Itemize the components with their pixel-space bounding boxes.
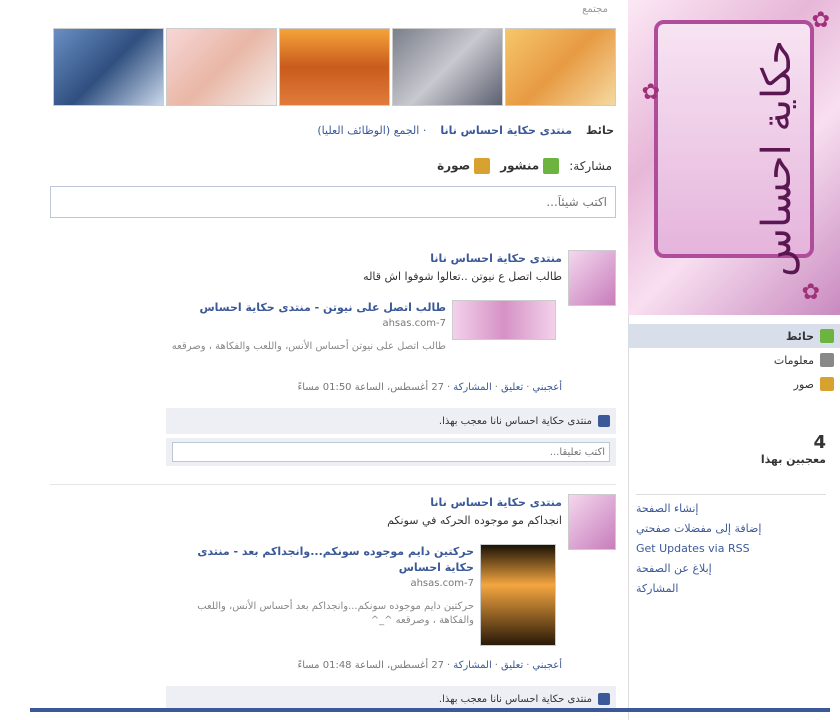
- likes-label[interactable]: معجبين بهذا: [761, 453, 826, 466]
- post-message: طالب اتصل ع نيوتن ..تعالوا شوفوا اش قاله: [363, 270, 562, 283]
- wall-icon: [820, 329, 834, 343]
- post-date[interactable]: 27 أغسطس، الساعة 01:48 مساءً: [298, 660, 445, 671]
- avatar[interactable]: [568, 494, 616, 550]
- rss-link[interactable]: Get Updates via RSS: [636, 539, 826, 559]
- composer-bar: مشاركة: منشور صورة: [437, 158, 612, 174]
- link-description: حركتين دايم موجوده سونكم...وانجداكم بعد …: [197, 601, 474, 626]
- status-icon: [543, 158, 560, 174]
- add-to-favorites-link[interactable]: إضافة إلى مفضلات صفحتي: [636, 519, 826, 539]
- photo-icon: [820, 377, 834, 391]
- right-sidebar: حكاية احساس ✿ ✿ ✿ حائط معلومات صور 4 معج…: [628, 0, 840, 720]
- photo-thumb[interactable]: [53, 28, 164, 106]
- comment-button[interactable]: تعليق: [501, 382, 523, 393]
- post-date[interactable]: 27 أغسطس، الساعة 01:50 مساءً: [298, 382, 445, 393]
- link-title[interactable]: حركتين دايم موجوده سونكم...وانجداكم بعد …: [174, 544, 474, 576]
- like-button[interactable]: أعجبني: [532, 660, 562, 671]
- flower-icon: ✿: [811, 8, 830, 33]
- sidebar-item-info[interactable]: معلومات: [628, 348, 840, 372]
- post-actions: أعجبني · تعليق · المشاركة · 27 أغسطس، ال…: [297, 660, 563, 671]
- sidebar-item-wall[interactable]: حائط: [628, 324, 840, 348]
- breadcrumb-sub[interactable]: · الجمع (الوظائف العليا): [317, 124, 426, 137]
- breadcrumb-wall[interactable]: حائط: [586, 124, 614, 137]
- photo-strip: [53, 28, 616, 106]
- comment-button[interactable]: تعليق: [501, 660, 523, 671]
- post: منتدى حكاية احساس نانا انجداكم مو موجوده…: [50, 494, 616, 714]
- composer-input[interactable]: [50, 186, 616, 218]
- breadcrumb: حائط منتدى حكاية احساس نانا · الجمع (الو…: [317, 124, 614, 137]
- community-label: مجتمع: [582, 4, 608, 15]
- post: منتدى حكاية احساس نانا طالب اتصل ع نيوتن…: [50, 250, 616, 470]
- photo-thumb[interactable]: [392, 28, 503, 106]
- photo-thumb[interactable]: [505, 28, 616, 106]
- photo-tab[interactable]: صورة: [437, 158, 491, 174]
- profile-picture[interactable]: حكاية احساس ✿ ✿ ✿: [628, 0, 840, 315]
- share-label: مشاركة:: [569, 159, 612, 173]
- side-links: إنشاء الصفحة إضافة إلى مفضلات صفحتي Get …: [636, 494, 826, 599]
- likes-box: 4 معجبين بهذا: [761, 432, 826, 466]
- calligraphy-logo: حكاية احساس: [754, 40, 800, 277]
- photo-icon: [474, 158, 491, 174]
- thumbs-up-icon: [598, 693, 610, 705]
- sidebar-item-photos[interactable]: صور: [628, 372, 840, 396]
- link-domain: 7-ahsas.com: [410, 578, 474, 589]
- create-page-link[interactable]: إنشاء الصفحة: [636, 499, 826, 519]
- comment-box: [166, 438, 616, 466]
- post-likes-row: منتدى حكاية احساس نانا معجب بهذا.: [166, 408, 616, 434]
- main-content: مجتمع حائط منتدى حكاية احساس نانا · الجم…: [30, 0, 618, 720]
- photo-thumb[interactable]: [166, 28, 277, 106]
- bottom-bar: [30, 708, 830, 712]
- link-thumbnail[interactable]: [480, 544, 556, 646]
- share-link[interactable]: المشاركة: [636, 579, 826, 599]
- likes-count: 4: [813, 432, 826, 453]
- flower-icon: ✿: [641, 80, 660, 105]
- like-button[interactable]: أعجبني: [532, 382, 562, 393]
- post-author[interactable]: منتدى حكاية احساس نانا: [430, 496, 562, 509]
- post-actions: أعجبني · تعليق · المشاركة · 27 أغسطس، ال…: [297, 382, 563, 393]
- post-tab[interactable]: منشور: [500, 158, 560, 174]
- divider: [50, 484, 616, 485]
- page-title[interactable]: منتدى حكاية احساس نانا: [440, 124, 572, 137]
- comment-input[interactable]: [172, 442, 610, 462]
- link-title[interactable]: طالب اتصل على نيوتن - منتدى حكاية احساس: [199, 300, 446, 316]
- info-icon: [820, 353, 834, 367]
- avatar[interactable]: [568, 250, 616, 306]
- photo-thumb[interactable]: [279, 28, 390, 106]
- share-button[interactable]: المشاركة: [453, 660, 492, 671]
- post-author[interactable]: منتدى حكاية احساس نانا: [430, 252, 562, 265]
- side-nav: حائط معلومات صور: [628, 324, 840, 396]
- link-description: طالب اتصل على نيوتن أحساس الأنس، واللعب …: [171, 341, 446, 352]
- link-domain: 7-ahsas.com: [382, 318, 446, 329]
- report-page-link[interactable]: إبلاغ عن الصفحة: [636, 559, 826, 579]
- flower-icon: ✿: [801, 280, 820, 305]
- post-message: انجداكم مو موجوده الحركه في سونكم: [387, 514, 562, 527]
- thumbs-up-icon: [598, 415, 610, 427]
- share-button[interactable]: المشاركة: [453, 382, 492, 393]
- link-thumbnail[interactable]: [452, 300, 556, 340]
